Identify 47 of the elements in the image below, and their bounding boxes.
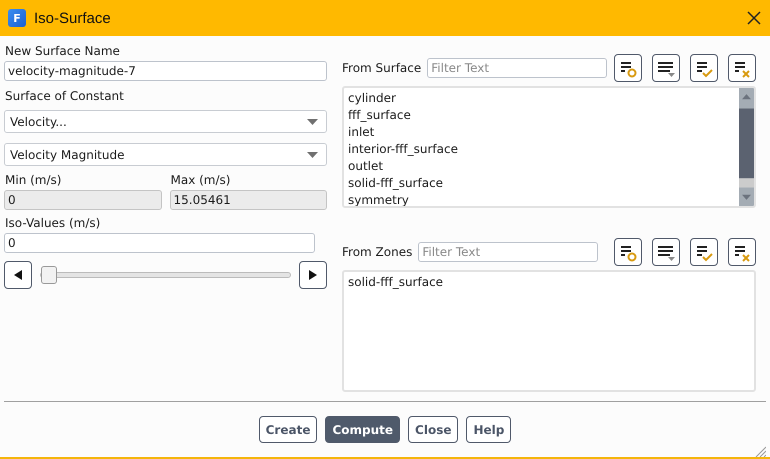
filter-check-button[interactable] <box>690 238 718 266</box>
category-dropdown[interactable]: Velocity... <box>4 110 327 133</box>
close-icon <box>746 10 762 26</box>
filter-field[interactable]: Filter Text <box>418 242 598 262</box>
list-label: From Zones <box>342 245 412 259</box>
field-label: Max (m/s) <box>170 173 232 187</box>
app-logo: F <box>8 9 26 27</box>
name-field[interactable]: velocity-magnitude-7 <box>4 61 327 81</box>
field-label: Surface of Constant <box>5 89 125 103</box>
list-item[interactable]: inlet <box>348 124 735 141</box>
field-label: New Surface Name <box>5 44 121 58</box>
filter-x-button[interactable] <box>728 54 756 82</box>
max-field[interactable]: 15.05461 <box>170 190 327 210</box>
slider-thumb[interactable] <box>41 266 57 284</box>
filter-circle-button[interactable] <box>614 238 642 266</box>
caret-icon <box>307 152 318 158</box>
list-item[interactable]: cylinder <box>348 90 735 107</box>
min-field[interactable]: 0 <box>4 190 162 210</box>
increase-button[interactable] <box>299 261 327 289</box>
field-dropdown[interactable]: Velocity Magnitude <box>4 143 327 166</box>
dialog-button[interactable]: Create <box>258 416 318 443</box>
iso-value-field[interactable]: 0 <box>4 233 315 253</box>
filter-dropdown-button[interactable] <box>652 54 680 82</box>
dialog-button[interactable]: Help <box>466 416 512 443</box>
right-arrow-icon <box>309 270 317 280</box>
filter-field[interactable]: Filter Text <box>427 58 608 78</box>
field-label: Min (m/s) <box>5 173 62 187</box>
list-label: From Surface <box>342 61 422 75</box>
close-button[interactable] <box>746 10 762 26</box>
filter-x-button[interactable] <box>728 238 756 266</box>
list-item[interactable]: solid-fff_surface <box>348 175 735 192</box>
scrollbar[interactable] <box>739 88 754 206</box>
list-item[interactable]: solid-fff_surface <box>348 274 750 291</box>
window-title: Iso-Surface <box>34 10 112 26</box>
dialog-button[interactable]: Close <box>408 416 458 443</box>
filter-dropdown-button[interactable] <box>652 238 680 266</box>
caret-icon <box>307 118 318 124</box>
filter-circle-button[interactable] <box>614 54 642 82</box>
list-item[interactable]: fff_surface <box>348 107 735 124</box>
field-label: Iso-Values (m/s) <box>5 216 102 230</box>
dialog-button[interactable]: Compute <box>325 416 400 443</box>
filter-check-button[interactable] <box>690 54 718 82</box>
resize-grip-icon[interactable] <box>754 445 766 457</box>
decrease-button[interactable] <box>4 261 32 289</box>
list-item[interactable]: outlet <box>348 158 735 175</box>
left-arrow-icon <box>14 270 22 280</box>
list-item[interactable]: interior-fff_surface <box>348 141 735 158</box>
